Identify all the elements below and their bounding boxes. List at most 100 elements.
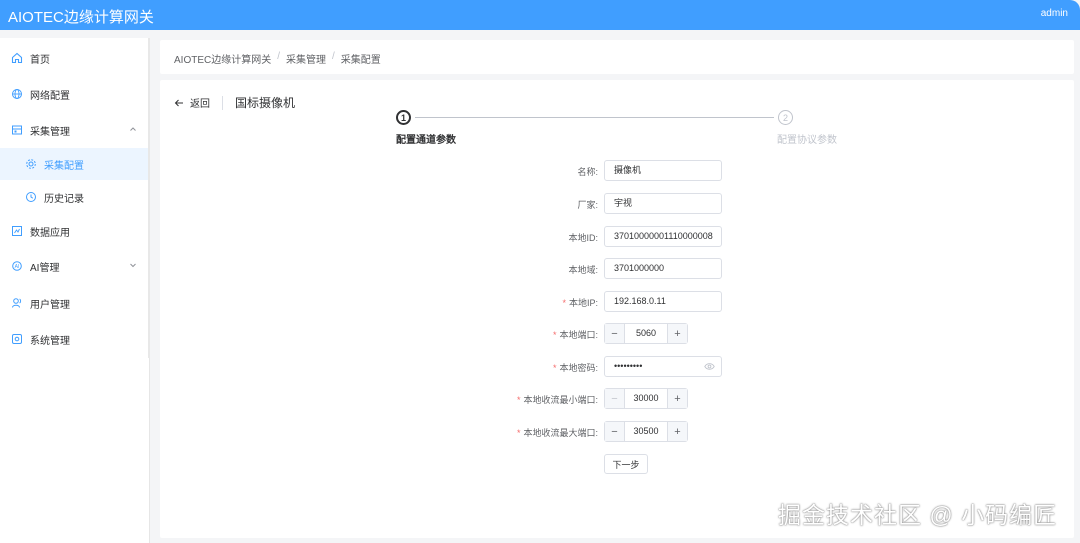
breadcrumb-separator: / bbox=[332, 51, 335, 62]
name-label: 名称: bbox=[577, 167, 598, 177]
chevron-down-icon bbox=[128, 260, 138, 270]
sidebar-item-network[interactable]: 网络配置 bbox=[0, 78, 150, 110]
step-2-title: 配置协议参数 bbox=[777, 135, 837, 146]
sidebar-item-label: 历史记录 bbox=[44, 193, 84, 205]
form-row-vendor: 厂家: 宇视 bbox=[460, 193, 760, 215]
vendor-label: 厂家: bbox=[577, 200, 598, 210]
user-icon bbox=[11, 297, 23, 309]
sidebar-item-history[interactable]: 历史记录 bbox=[0, 181, 150, 213]
breadcrumb-card: AIOTEC边缘计算网关 / 采集管理 / 采集配置 bbox=[160, 40, 1074, 74]
chevron-up-icon bbox=[128, 124, 138, 134]
page-header: 返回 国标摄像机 bbox=[174, 94, 295, 111]
required-mark: * bbox=[552, 363, 557, 373]
steps: 1 2 配置通道参数 配置协议参数 bbox=[396, 110, 856, 150]
watermark: 掘金技术社区 @ 小码编匠 bbox=[778, 502, 1058, 528]
ai-icon: AI bbox=[11, 260, 23, 272]
back-button[interactable]: 返回 bbox=[174, 95, 210, 110]
eye-icon[interactable] bbox=[704, 362, 715, 371]
sidebar-item-home[interactable]: 首页 bbox=[0, 42, 150, 74]
sidebar-item-label: 采集管理 bbox=[30, 126, 70, 138]
form-row-name: 名称: 摄像机 bbox=[460, 160, 760, 182]
min-port-label: * 本地收流最小端口: bbox=[516, 395, 598, 405]
step-2-circle: 2 bbox=[778, 110, 793, 125]
sidebar-item-collect-config[interactable]: 采集配置 bbox=[0, 148, 150, 180]
password-value: ••••••••• bbox=[614, 361, 643, 371]
user-menu[interactable]: admin bbox=[1041, 8, 1068, 19]
form-row-local-id: 本地ID: 37010000001110000008 bbox=[460, 226, 760, 248]
local-ip-label: * 本地IP: bbox=[562, 298, 598, 308]
max-port-label: * 本地收流最大端口: bbox=[516, 428, 598, 438]
system-icon bbox=[11, 333, 23, 345]
local-password-input[interactable]: ••••••••• bbox=[604, 356, 722, 377]
required-mark: * bbox=[516, 428, 521, 438]
max-port-input[interactable]: 30500 bbox=[625, 422, 667, 441]
decrement-button[interactable]: − bbox=[605, 324, 625, 343]
globe-icon bbox=[11, 88, 23, 100]
breadcrumb-item-config: 采集配置 bbox=[340, 55, 381, 66]
sidebar-item-label: AI管理 bbox=[30, 262, 60, 274]
sidebar-item-system[interactable]: 系统管理 bbox=[0, 323, 150, 355]
sidebar-item-label: 网络配置 bbox=[30, 90, 70, 102]
data-icon bbox=[11, 225, 23, 237]
max-port-stepper: − 30500 + bbox=[604, 421, 688, 442]
increment-button[interactable]: + bbox=[667, 324, 687, 343]
next-step-button[interactable]: 下一步 bbox=[604, 454, 648, 474]
required-mark: * bbox=[552, 330, 557, 340]
top-bar: AIOTEC边缘计算网关 admin bbox=[0, 0, 1080, 30]
config-icon bbox=[25, 158, 37, 170]
history-icon bbox=[25, 191, 37, 203]
form-row-max-port: * 本地收流最大端口: − 30500 + bbox=[460, 421, 760, 443]
sidebar-item-data-app[interactable]: 数据应用 bbox=[0, 215, 150, 247]
step-1-title: 配置通道参数 bbox=[396, 135, 456, 146]
decrement-button[interactable]: − bbox=[605, 422, 625, 441]
form-row-local-ip: * 本地IP: 192.168.0.11 bbox=[460, 291, 760, 313]
form-row-local-port: * 本地端口: − 5060 + bbox=[460, 323, 760, 345]
local-id-label: 本地ID: bbox=[568, 233, 598, 243]
decrement-button[interactable]: − bbox=[605, 389, 625, 408]
sidebar-item-collect[interactable]: 采集管理 bbox=[0, 114, 150, 146]
sidebar: 首页 网络配置 采集管理 采集配置 历史记录 数据应用 AI AI管理 用户管理… bbox=[0, 38, 150, 543]
local-domain-input[interactable]: 3701000000 bbox=[604, 258, 722, 279]
vendor-input[interactable]: 宇视 bbox=[604, 193, 722, 214]
sidebar-scrollbar[interactable] bbox=[148, 38, 150, 358]
sidebar-item-label: 数据应用 bbox=[30, 227, 70, 239]
name-input[interactable]: 摄像机 bbox=[604, 160, 722, 181]
breadcrumb-item-home[interactable]: AIOTEC边缘计算网关 bbox=[174, 51, 271, 66]
min-port-stepper: − 30000 + bbox=[604, 388, 688, 409]
local-port-stepper: − 5060 + bbox=[604, 323, 688, 344]
arrow-left-icon bbox=[174, 99, 183, 106]
sidebar-item-label: 采集配置 bbox=[44, 160, 84, 172]
sidebar-item-ai[interactable]: AI AI管理 bbox=[0, 250, 150, 282]
form-row-min-port: * 本地收流最小端口: − 30000 + bbox=[460, 388, 760, 410]
page-title: 国标摄像机 bbox=[235, 96, 296, 110]
breadcrumb-separator: / bbox=[277, 51, 281, 62]
sidebar-item-label: 系统管理 bbox=[30, 335, 70, 347]
back-label: 返回 bbox=[190, 99, 210, 110]
header-divider bbox=[222, 95, 223, 110]
form-row-local-domain: 本地域: 3701000000 bbox=[460, 258, 760, 280]
svg-text:AI: AI bbox=[15, 264, 20, 270]
required-mark: * bbox=[562, 298, 566, 308]
min-port-input[interactable]: 30000 bbox=[625, 389, 667, 408]
step-line bbox=[415, 117, 774, 118]
step-1-circle: 1 bbox=[396, 110, 411, 125]
local-password-label: * 本地密码: bbox=[552, 363, 598, 373]
collect-icon bbox=[11, 124, 23, 136]
breadcrumb: AIOTEC边缘计算网关 / 采集管理 / 采集配置 bbox=[174, 51, 381, 66]
local-ip-input[interactable]: 192.168.0.11 bbox=[604, 291, 722, 312]
sidebar-item-label: 首页 bbox=[30, 54, 50, 66]
local-port-input[interactable]: 5060 bbox=[625, 324, 667, 343]
main-card: 返回 国标摄像机 1 2 配置通道参数 配置协议参数 名称: 摄像机 厂家: 宇… bbox=[160, 80, 1074, 538]
required-mark: * bbox=[516, 395, 521, 405]
local-domain-label: 本地域: bbox=[568, 265, 598, 275]
form-row-local-password: * 本地密码: ••••••••• bbox=[460, 356, 760, 378]
increment-button[interactable]: + bbox=[667, 389, 687, 408]
app-title: AIOTEC边缘计算网关 bbox=[8, 9, 154, 26]
local-port-label: * 本地端口: bbox=[552, 330, 598, 340]
sidebar-item-label: 用户管理 bbox=[30, 299, 70, 311]
breadcrumb-item-collect[interactable]: 采集管理 bbox=[286, 51, 326, 66]
local-id-input[interactable]: 37010000001110000008 bbox=[604, 226, 722, 247]
increment-button[interactable]: + bbox=[667, 422, 687, 441]
home-icon bbox=[11, 52, 23, 64]
sidebar-item-users[interactable]: 用户管理 bbox=[0, 287, 150, 319]
